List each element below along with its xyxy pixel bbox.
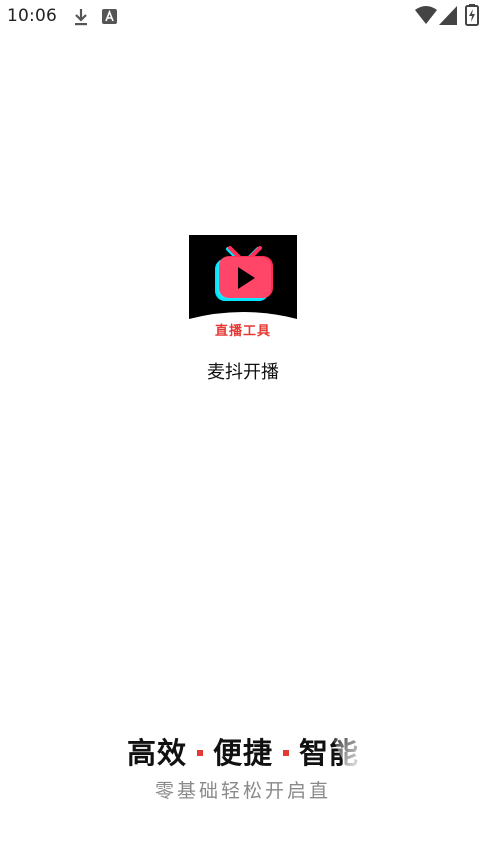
slogan-smart: 智能 bbox=[299, 736, 360, 770]
battery-icon bbox=[465, 4, 479, 26]
download-icon bbox=[75, 9, 87, 26]
wifi-icon bbox=[415, 6, 437, 24]
signal-icon bbox=[439, 6, 457, 25]
status-time: 10:06 bbox=[7, 6, 57, 26]
app-logo: 直播工具 bbox=[189, 235, 297, 341]
slogan-separator-dot bbox=[283, 750, 289, 756]
logo-text: 直播工具 bbox=[214, 324, 271, 339]
slogan-subtitle: 零基础轻松开启直 bbox=[154, 780, 331, 802]
slogan: 高效 便捷 智能 bbox=[0, 734, 486, 772]
slogan-separator-dot bbox=[196, 750, 203, 756]
slogan-efficient: 高效 bbox=[126, 736, 187, 770]
status-bar: 10:06 bbox=[0, 0, 486, 34]
app-name: 麦抖开播 bbox=[207, 362, 279, 383]
a-notification-icon bbox=[102, 9, 117, 24]
slogan-convenient: 便捷 bbox=[212, 736, 273, 770]
